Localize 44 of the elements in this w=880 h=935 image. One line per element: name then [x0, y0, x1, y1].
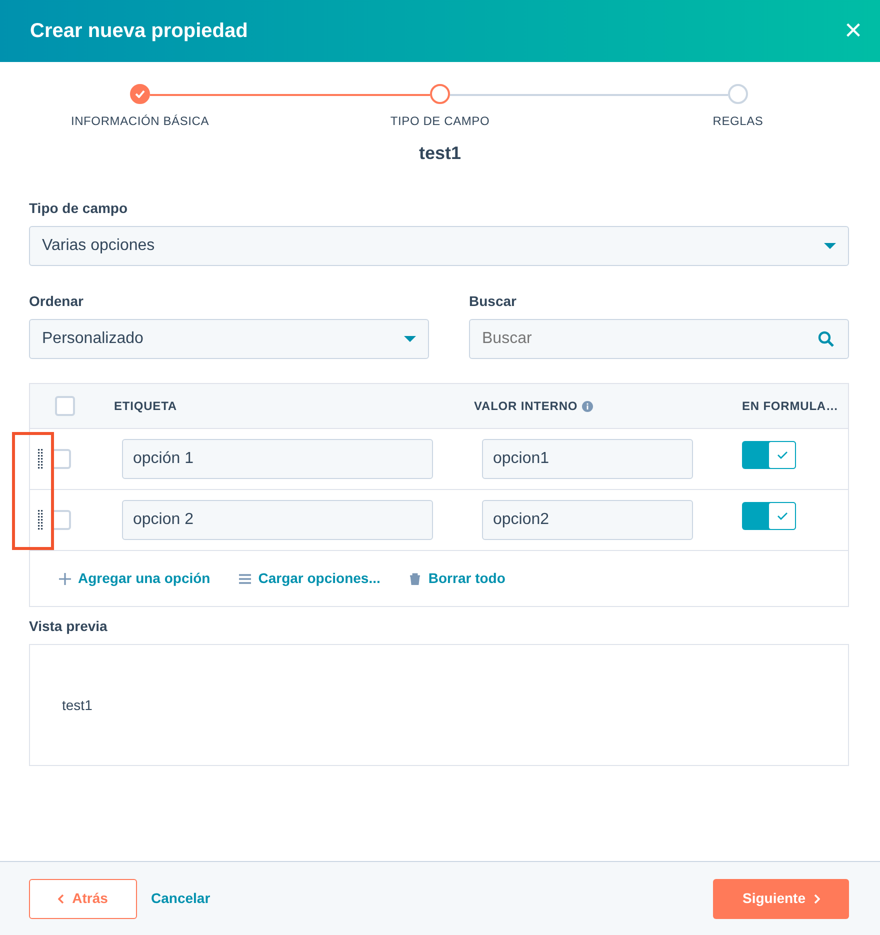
toggle-switch[interactable] — [742, 441, 796, 469]
label-input[interactable]: opción 1 — [122, 439, 433, 479]
list-icon — [239, 572, 252, 584]
chevron-right-icon — [814, 894, 820, 904]
close-button[interactable]: × — [844, 16, 862, 46]
field-label: Ordenar — [29, 292, 84, 311]
property-name: test1 — [418, 142, 462, 165]
field-type-dropdown[interactable]: Varias opciones — [29, 226, 849, 266]
internal-value-input[interactable]: opcion2 — [482, 500, 693, 540]
step-label: TIPO DE CAMPO — [390, 113, 490, 130]
step-label: INFORMACIÓN BÁSICA — [70, 113, 210, 130]
cancel-link[interactable]: Cancelar — [145, 887, 216, 910]
select-all-checkbox[interactable] — [55, 396, 75, 416]
chevron-left-icon — [58, 894, 64, 904]
plus-icon — [59, 572, 71, 584]
caret-icon — [404, 336, 416, 342]
back-button[interactable]: Atrás — [29, 878, 137, 918]
action-link[interactable]: Agregar una opción — [59, 568, 210, 589]
sort-dropdown[interactable]: Personalizado — [29, 319, 429, 359]
field-label: Buscar — [469, 292, 516, 311]
next-button[interactable]: Siguiente — [713, 878, 849, 918]
preview-text: test1 — [62, 696, 92, 714]
action-link[interactable]: Cargar opciones... — [239, 568, 380, 589]
step-label: REGLAS — [712, 113, 764, 130]
info-icon — [582, 400, 593, 412]
column-header: VALOR INTERNO — [474, 398, 578, 415]
field-label: Vista previa — [29, 617, 108, 636]
column-header: EN FORMULA… — [742, 399, 838, 413]
action-link[interactable]: Borrar todo — [409, 568, 506, 589]
check-icon — [776, 451, 788, 459]
toggle-switch[interactable] — [742, 502, 796, 530]
trash-icon — [409, 572, 422, 584]
internal-value-input[interactable]: opcion1 — [482, 439, 693, 479]
label-input[interactable]: opcion 2 — [122, 500, 433, 540]
check-icon — [776, 512, 788, 520]
drag-handle-icon[interactable] — [38, 510, 43, 530]
search-field[interactable]: Buscar — [469, 319, 849, 359]
field-label: Tipo de campo — [29, 199, 128, 218]
check-icon — [135, 90, 145, 98]
column-header: ETIQUETA — [114, 399, 177, 413]
search-icon — [818, 331, 834, 347]
caret-icon — [824, 243, 836, 249]
drag-handle-icon[interactable] — [38, 449, 43, 469]
dialog-title: Crear nueva propiedad — [30, 19, 248, 43]
